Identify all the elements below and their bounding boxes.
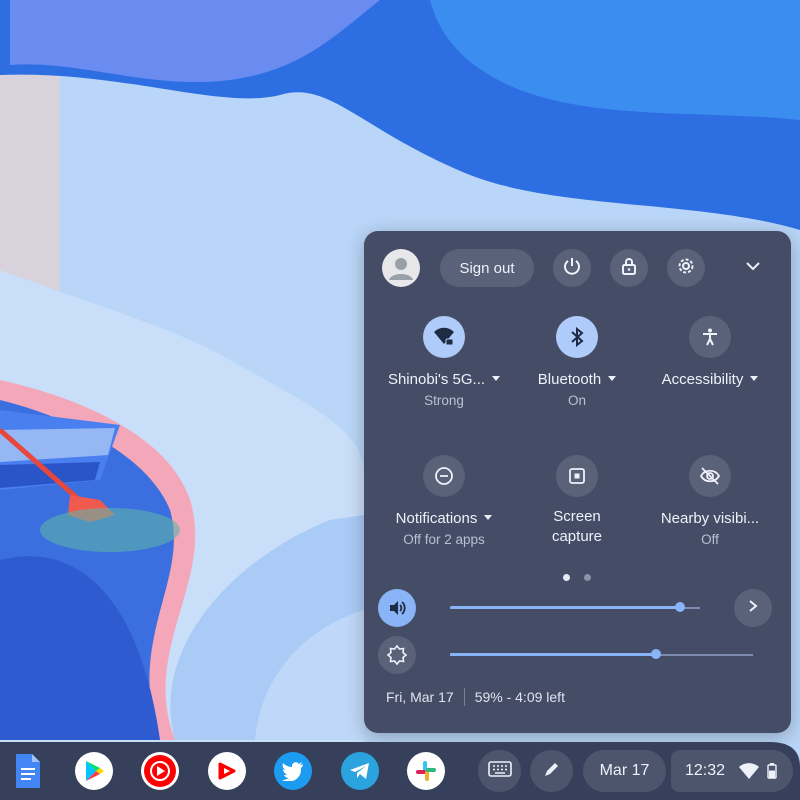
battery-label[interactable]: 59% - 4:09 left bbox=[475, 689, 565, 705]
stylus-tools-button[interactable] bbox=[530, 750, 573, 792]
audio-settings-button[interactable] bbox=[734, 589, 772, 627]
tile-label: Notifications bbox=[395, 510, 478, 527]
page-dot[interactable] bbox=[584, 574, 591, 581]
visibility-off-icon[interactable] bbox=[689, 455, 731, 497]
wifi-locked-icon[interactable] bbox=[423, 316, 465, 358]
wifi-icon bbox=[739, 763, 760, 779]
brightness-slider-row bbox=[378, 636, 778, 674]
slack-icon[interactable] bbox=[407, 752, 445, 790]
lock-button[interactable] bbox=[610, 249, 648, 287]
sign-out-button[interactable]: Sign out bbox=[440, 249, 534, 287]
volume-slider-row bbox=[378, 589, 778, 627]
quick-settings-panel: Sign out Shinobi's 5G... Strong Bluetoot… bbox=[364, 231, 791, 733]
tile-label-line2: capture bbox=[551, 528, 603, 545]
keyboard-icon bbox=[487, 760, 512, 783]
google-play-icon[interactable] bbox=[75, 752, 113, 790]
tile-label: Bluetooth bbox=[537, 371, 602, 388]
chevron-down-icon bbox=[745, 258, 761, 279]
tile-notifications[interactable]: Notifications Off for 2 apps bbox=[374, 455, 514, 549]
clock-time: 12:32 bbox=[685, 762, 726, 779]
slider-fill bbox=[450, 653, 656, 656]
google-docs-icon[interactable] bbox=[8, 752, 46, 790]
tile-sublabel: Strong bbox=[424, 393, 464, 408]
tile-sublabel: On bbox=[567, 393, 586, 408]
date-tray-button[interactable]: Mar 17 bbox=[583, 750, 666, 792]
brightness-icon[interactable] bbox=[378, 636, 416, 674]
page-indicator bbox=[563, 574, 591, 581]
collapse-button[interactable] bbox=[739, 254, 767, 282]
dropdown-caret-icon bbox=[750, 376, 759, 382]
settings-button[interactable] bbox=[667, 249, 705, 287]
volume-icon[interactable] bbox=[378, 589, 416, 627]
dropdown-caret-icon bbox=[492, 376, 501, 382]
tile-label: Screen bbox=[553, 508, 601, 525]
volume-slider[interactable] bbox=[450, 589, 700, 627]
status-tray-button[interactable]: 12:32 bbox=[671, 750, 793, 792]
youtube-music-icon[interactable] bbox=[141, 752, 179, 790]
shelf-date: Mar 17 bbox=[599, 762, 650, 779]
slider-thumb[interactable] bbox=[675, 602, 685, 612]
bluetooth-icon[interactable] bbox=[556, 316, 598, 358]
slider-thumb[interactable] bbox=[651, 649, 661, 659]
do-not-disturb-icon[interactable] bbox=[423, 455, 465, 497]
tile-screen-capture[interactable]: Screen capture bbox=[507, 455, 647, 547]
dropdown-caret-icon bbox=[484, 515, 493, 521]
youtube-icon[interactable] bbox=[208, 752, 246, 790]
tile-sublabel: Off for 2 apps bbox=[403, 532, 485, 547]
page-dot[interactable] bbox=[563, 574, 570, 581]
avatar-icon[interactable] bbox=[382, 249, 420, 287]
tile-label: Nearby visibi... bbox=[660, 510, 760, 527]
brightness-slider[interactable] bbox=[450, 636, 753, 674]
divider bbox=[463, 688, 465, 706]
battery-icon bbox=[767, 763, 777, 779]
power-button[interactable] bbox=[553, 249, 591, 287]
telegram-icon[interactable] bbox=[341, 752, 379, 790]
tile-nearby-visibility[interactable]: Nearby visibi... Off bbox=[640, 455, 780, 549]
tile-bluetooth[interactable]: Bluetooth On bbox=[507, 316, 647, 410]
gear-icon bbox=[676, 256, 696, 281]
chevron-right-icon bbox=[747, 599, 759, 618]
pen-icon bbox=[543, 760, 561, 783]
tile-accessibility[interactable]: Accessibility bbox=[640, 316, 780, 390]
tile-label: Shinobi's 5G... bbox=[387, 371, 486, 388]
tile-label: Accessibility bbox=[661, 371, 744, 388]
date-label[interactable]: Fri, Mar 17 bbox=[386, 689, 454, 705]
dropdown-caret-icon bbox=[608, 376, 617, 382]
virtual-keyboard-button[interactable] bbox=[478, 750, 521, 792]
shelf: Mar 17 12:32 bbox=[0, 742, 800, 800]
accessibility-icon[interactable] bbox=[689, 316, 731, 358]
tile-sublabel: Off bbox=[701, 532, 719, 547]
tile-wifi[interactable]: Shinobi's 5G... Strong bbox=[374, 316, 514, 410]
screen-capture-icon[interactable] bbox=[556, 455, 598, 497]
slider-fill bbox=[450, 606, 680, 609]
power-icon bbox=[562, 256, 582, 281]
lock-icon bbox=[619, 256, 639, 281]
twitter-icon[interactable] bbox=[274, 752, 312, 790]
status-footer: Fri, Mar 17 59% - 4:09 left bbox=[386, 688, 565, 706]
